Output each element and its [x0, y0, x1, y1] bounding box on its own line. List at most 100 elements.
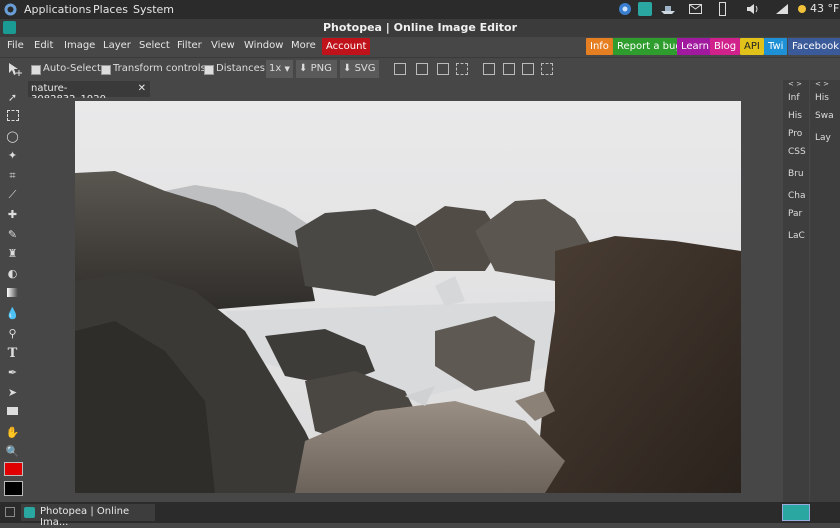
photopea-launcher-icon[interactable]	[638, 2, 652, 16]
menu-window[interactable]: Window	[244, 40, 283, 51]
healing-brush-tool-icon[interactable]: ✚	[5, 207, 20, 222]
menu-edit[interactable]: Edit	[34, 40, 53, 51]
places-menu[interactable]: Places	[93, 3, 128, 16]
side-panel-collapsed-b: < > His Swa Lay	[810, 80, 840, 502]
weather-temperature: 43 °F	[810, 2, 840, 15]
align-right-icon[interactable]	[522, 63, 534, 75]
app-launcher-icon[interactable]	[618, 2, 632, 16]
panel-tab-history[interactable]: His	[788, 111, 802, 121]
distribute-vertical-icon[interactable]	[456, 63, 468, 75]
api-button[interactable]: API	[740, 38, 764, 55]
tool-panel: ➚ ◯ ✦ ⌗ ⟋ ✚ ✎ ♜ ◐ 💧 ⚲ T ✒ ➤ ✋ 🔍	[0, 80, 25, 502]
show-desktop-icon[interactable]	[5, 507, 15, 517]
menu-more[interactable]: More	[291, 40, 316, 51]
panel-tab-css[interactable]: CSS	[788, 147, 806, 157]
system-menu[interactable]: System	[133, 3, 174, 16]
menu-select[interactable]: Select	[139, 40, 170, 51]
panel-tab-character[interactable]: Cha	[788, 191, 806, 201]
panel-tab-swatches[interactable]: Swa	[815, 111, 834, 121]
panel-tab-brush[interactable]: Bru	[788, 169, 804, 179]
workspace	[25, 98, 782, 502]
panel-tab-paragraph[interactable]: Par	[788, 209, 802, 219]
menu-view[interactable]: View	[211, 40, 235, 51]
menu-image[interactable]: Image	[64, 40, 95, 51]
align-top-icon[interactable]	[394, 63, 406, 75]
clone-stamp-tool-icon[interactable]: ♜	[5, 246, 20, 261]
panel-toggle-icon[interactable]: < >	[788, 80, 802, 88]
menu-file[interactable]: File	[7, 40, 24, 51]
panel-tab-info[interactable]: Inf	[788, 93, 800, 103]
info-button[interactable]: Info	[586, 38, 613, 55]
chevron-down-icon: ▼	[284, 65, 290, 73]
learn-button[interactable]: Learn	[677, 38, 713, 55]
transform-controls-checkbox[interactable]	[101, 65, 111, 75]
distances-checkbox[interactable]	[204, 65, 214, 75]
auto-select-label: Auto-Select	[43, 63, 101, 74]
panel-tab-layers[interactable]: Lay	[815, 133, 831, 143]
account-button[interactable]: Account	[322, 38, 371, 55]
magic-wand-tool-icon[interactable]: ✦	[5, 148, 20, 163]
export-png-button[interactable]: ⬇ PNG	[296, 60, 337, 78]
distribute-horizontal-icon[interactable]	[541, 63, 553, 75]
hand-tool-icon[interactable]: ✋	[5, 425, 20, 440]
menu-filter[interactable]: Filter	[177, 40, 202, 51]
lasso-tool-icon[interactable]: ◯	[5, 129, 20, 144]
image-canvas[interactable]	[75, 101, 741, 493]
eraser-tool-icon[interactable]: ◐	[5, 266, 20, 281]
ship-icon[interactable]	[660, 3, 676, 15]
taskbar-app-button[interactable]: Photopea | Online Ima...	[21, 504, 155, 528]
panel-toggle-icon[interactable]: < >	[815, 80, 829, 88]
background-color-swatch[interactable]	[4, 481, 23, 496]
applications-menu[interactable]: Applications	[24, 3, 91, 16]
nature-photo	[75, 101, 741, 493]
gradient-tool-icon[interactable]	[5, 286, 20, 301]
type-tool-icon[interactable]: T	[5, 346, 20, 361]
move-tool-icon[interactable]	[7, 61, 23, 77]
panel-tab-layer-comps[interactable]: LaC	[788, 231, 805, 241]
crop-tool-icon[interactable]: ⌗	[5, 168, 20, 183]
speaker-icon[interactable]	[746, 3, 760, 15]
path-select-tool-icon[interactable]: ➤	[5, 385, 20, 400]
zoom-value: 1x	[269, 63, 282, 74]
photopea-app-icon	[24, 507, 35, 518]
mail-icon[interactable]	[689, 4, 702, 14]
close-icon[interactable]: ✕	[138, 83, 146, 94]
panel-tab-histogram[interactable]: His	[815, 93, 829, 103]
document-tab-bar: nature-3082832_1920... ✕	[25, 80, 782, 105]
align-left-icon[interactable]	[483, 63, 495, 75]
blog-button[interactable]: Blog	[710, 38, 741, 55]
app-menubar: File Edit Image Layer Select Filter View…	[0, 37, 840, 57]
distro-logo-icon[interactable]	[4, 3, 17, 16]
zoom-tool-icon[interactable]: 🔍	[5, 444, 20, 459]
eyedropper-tool-icon[interactable]: ⟋	[5, 187, 20, 202]
align-middle-icon[interactable]	[416, 63, 428, 75]
pen-tool-icon[interactable]: ✒	[5, 365, 20, 380]
distances-label: Distances	[216, 63, 265, 74]
weather-icon[interactable]	[796, 3, 808, 15]
dodge-tool-icon[interactable]: ⚲	[5, 326, 20, 341]
align-bottom-icon[interactable]	[437, 63, 449, 75]
battery-icon[interactable]	[719, 2, 726, 16]
window-title-bar: Photopea | Online Image Editor	[0, 19, 840, 37]
marquee-tool-icon[interactable]	[5, 110, 20, 125]
foreground-color-swatch[interactable]	[4, 462, 23, 476]
brush-tool-icon[interactable]: ✎	[5, 227, 20, 242]
os-taskbar: Photopea | Online Ima...	[0, 502, 840, 528]
taskbar-app-title: Photopea | Online Ima...	[40, 506, 130, 528]
move-tool-icon[interactable]: ➚	[5, 90, 20, 105]
shape-tool-icon[interactable]	[5, 404, 20, 419]
twitter-button[interactable]: Twi	[764, 38, 788, 55]
document-tab[interactable]: nature-3082832_1920... ✕	[28, 81, 150, 105]
panel-tab-properties[interactable]: Pro	[788, 129, 802, 139]
blur-tool-icon[interactable]: 💧	[5, 306, 20, 321]
network-icon[interactable]	[775, 3, 789, 15]
options-bar: Auto-Select Transform controls Distances…	[0, 57, 840, 81]
report-bug-button[interactable]: Report a bug	[613, 38, 686, 55]
export-svg-button[interactable]: ⬇ SVG	[340, 60, 379, 78]
menu-layer[interactable]: Layer	[103, 40, 131, 51]
zoom-dropdown[interactable]: 1x ▼	[266, 60, 293, 78]
facebook-button[interactable]: Facebook	[788, 38, 840, 55]
auto-select-checkbox[interactable]	[31, 65, 41, 75]
workspace-switcher[interactable]	[782, 504, 810, 521]
align-center-icon[interactable]	[503, 63, 515, 75]
